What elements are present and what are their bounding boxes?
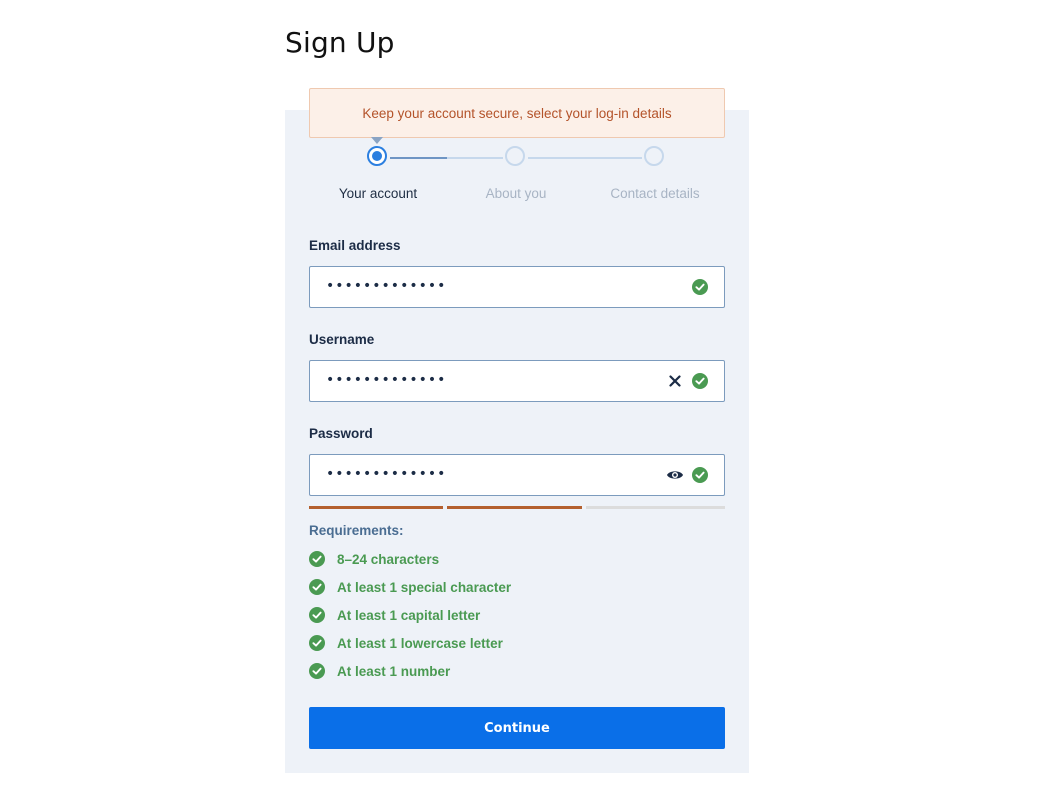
- signup-page: Sign Up Keep your account secure, select…: [0, 0, 1051, 788]
- requirements-title: Requirements:: [309, 523, 404, 538]
- requirement-text: 8–24 characters: [337, 551, 440, 567]
- step-circle-about-you[interactable]: [505, 146, 525, 166]
- requirement-text: At least 1 number: [337, 663, 451, 679]
- requirement-text: At least 1 special character: [337, 579, 512, 595]
- password-strength-segment-2: [447, 506, 582, 509]
- close-icon[interactable]: [668, 374, 682, 388]
- check-circle-icon: [692, 373, 708, 389]
- requirement-item: 8–24 characters: [309, 550, 439, 568]
- username-label: Username: [309, 332, 375, 347]
- step-circle-contact-details[interactable]: [644, 146, 664, 166]
- username-field-value[interactable]: •••••••••••••: [326, 372, 446, 388]
- stepper-line-1: [447, 157, 503, 159]
- step-label-contact-details[interactable]: Contact details: [580, 186, 730, 201]
- check-circle-icon: [309, 635, 325, 651]
- check-circle-icon: [309, 607, 325, 623]
- requirement-text: At least 1 capital letter: [337, 607, 481, 623]
- requirement-item: At least 1 number: [309, 662, 450, 680]
- requirement-item: At least 1 special character: [309, 578, 511, 596]
- step-label-about-you[interactable]: About you: [441, 186, 591, 201]
- password-field[interactable]: •••••••••••••: [309, 454, 725, 496]
- requirement-item: At least 1 lowercase letter: [309, 634, 503, 652]
- page-title: Sign Up: [285, 26, 395, 59]
- requirement-item: At least 1 capital letter: [309, 606, 480, 624]
- email-label: Email address: [309, 238, 401, 253]
- username-field[interactable]: •••••••••••••: [309, 360, 725, 402]
- stepper-line-2: [528, 157, 642, 159]
- check-circle-icon: [309, 551, 325, 567]
- password-label: Password: [309, 426, 373, 441]
- password-strength-segment-1: [309, 506, 443, 509]
- check-circle-icon: [692, 467, 708, 483]
- info-banner-text: Keep your account secure, select your lo…: [362, 105, 672, 121]
- eye-icon[interactable]: [666, 468, 684, 482]
- password-strength-segment-3: [586, 506, 725, 509]
- email-field-value[interactable]: •••••••••••••: [326, 278, 446, 294]
- email-field[interactable]: •••••••••••••: [309, 266, 725, 308]
- step-label-your-account[interactable]: Your account: [303, 186, 453, 201]
- stepper-line-progress: [390, 157, 447, 159]
- continue-button[interactable]: Continue: [309, 707, 725, 749]
- banner-pointer: [371, 137, 383, 144]
- step-circle-your-account[interactable]: [367, 146, 387, 166]
- check-circle-icon: [309, 579, 325, 595]
- check-circle-icon: [309, 663, 325, 679]
- password-field-value[interactable]: •••••••••••••: [326, 466, 446, 482]
- info-banner: Keep your account secure, select your lo…: [309, 88, 725, 138]
- check-circle-icon: [692, 279, 708, 295]
- requirement-text: At least 1 lowercase letter: [337, 635, 503, 651]
